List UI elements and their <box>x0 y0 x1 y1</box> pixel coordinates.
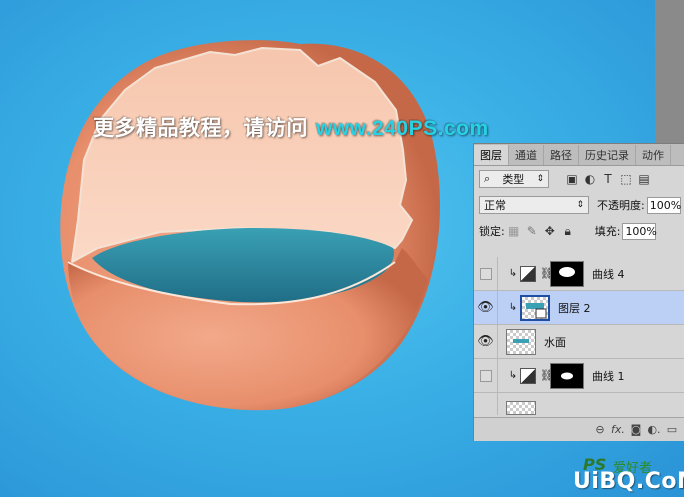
visibility-toggle[interactable]: 👁︎ <box>474 324 498 359</box>
layer-thumbnail[interactable] <box>506 328 536 355</box>
layer-row-curves-4[interactable]: ↳ ⛓ 曲线 4 <box>474 256 684 291</box>
tab-history[interactable]: 历史记录 <box>579 145 636 165</box>
site-watermark: 更多精品教程，请访问 www.240PS.com <box>93 112 489 142</box>
layer-name: 水面 <box>544 335 566 349</box>
adjustment-filter-icon[interactable]: ◐ <box>581 172 599 186</box>
opacity-label: 不透明度: <box>597 199 645 212</box>
image-filter-icon[interactable]: ▣ <box>563 172 581 186</box>
type-filter-icon[interactable]: T <box>599 172 617 186</box>
eye-icon: 👁︎ <box>477 334 494 349</box>
layer-row-partial[interactable] <box>474 393 684 415</box>
filter-row: ⌕ 类型 ⇕ ▣ ◐ T ⬚ ▤ <box>474 166 684 192</box>
opacity-input[interactable]: 100% <box>646 196 681 214</box>
dropdown-arrows-icon: ⇕ <box>576 200 584 210</box>
lock-all-icon[interactable]: 🔒︎ <box>559 224 577 239</box>
search-icon: ⌕ <box>484 172 491 185</box>
filter-type-dropdown[interactable]: ⌕ 类型 ⇕ <box>479 170 549 188</box>
curves-adjustment-icon <box>520 265 536 282</box>
clipping-arrow-icon: ↳ <box>508 268 518 279</box>
blend-row: 正常 ⇕ 不透明度: 100% <box>474 192 684 218</box>
visibility-toggle[interactable]: 👁︎ <box>474 290 498 325</box>
visibility-toggle[interactable] <box>474 393 498 415</box>
visibility-box-icon <box>479 267 492 280</box>
layer-name: 图层 2 <box>558 301 591 315</box>
visibility-box-icon <box>479 369 492 382</box>
tab-actions[interactable]: 动作 <box>636 145 671 165</box>
layer-row-curves-1[interactable]: ↳ ⛓ 曲线 1 <box>474 358 684 393</box>
panel-footer: ⊖ fx. ◙ ◐. ▭ <box>474 417 684 441</box>
visibility-toggle[interactable] <box>474 358 498 393</box>
brand-site: UiBQ.CoM <box>573 469 684 494</box>
filter-type-label: 类型 <box>502 173 525 186</box>
blend-mode-dropdown[interactable]: 正常 ⇕ <box>479 196 589 214</box>
panel-tabs: 图层 通道 路径 历史记录 动作 <box>474 144 684 166</box>
workspace-background <box>655 0 684 145</box>
layer-name: 曲线 1 <box>592 369 625 383</box>
layer-thumbnail[interactable] <box>520 294 550 321</box>
clipping-arrow-icon: ↳ <box>508 370 518 381</box>
watermark-site: www.240PS.com <box>316 117 489 140</box>
new-adjustment-icon[interactable]: ◐. <box>645 423 663 436</box>
layer-mask-thumbnail[interactable] <box>550 362 584 389</box>
layer-mask-thumbnail[interactable] <box>550 260 584 287</box>
lock-row: 锁定: ▦ ✎ ✥ 🔒︎ 填充: 100% <box>474 218 684 244</box>
watermark-text: 更多精品教程，请访问 <box>93 116 308 140</box>
layer-row-water[interactable]: 👁︎ 水面 <box>474 324 684 359</box>
fx-icon[interactable]: fx. <box>609 423 627 436</box>
fill-label: 填充: <box>594 225 621 238</box>
link-chain-icon: ⛓ <box>540 369 554 382</box>
layer-thumbnail[interactable] <box>506 401 536 415</box>
visibility-toggle[interactable] <box>474 256 498 291</box>
tab-layers[interactable]: 图层 <box>474 145 509 165</box>
link-layers-icon[interactable]: ⊖ <box>591 423 609 436</box>
layers-panel: 图层 通道 路径 历史记录 动作 ⌕ 类型 ⇕ ▣ ◐ T ⬚ ▤ 正常 ⇕ 不… <box>473 143 684 441</box>
tab-channels[interactable]: 通道 <box>509 145 544 165</box>
tab-paths[interactable]: 路径 <box>544 145 579 165</box>
link-chain-icon: ⛓ <box>540 267 554 280</box>
clipping-arrow-icon: ↳ <box>508 302 518 313</box>
shape-filter-icon[interactable]: ⬚ <box>617 172 635 186</box>
layer-row-layer-2[interactable]: 👁︎ ↳ 图层 2 <box>474 290 684 325</box>
new-group-icon[interactable]: ▭ <box>663 423 681 436</box>
smart-object-filter-icon[interactable]: ▤ <box>635 172 653 186</box>
add-mask-icon[interactable]: ◙ <box>627 423 645 436</box>
lock-move-icon[interactable]: ✥ <box>541 224 559 238</box>
lock-label: 锁定: <box>479 225 505 238</box>
lock-transparent-icon[interactable]: ▦ <box>505 224 523 238</box>
fill-input[interactable]: 100% <box>622 222 657 240</box>
curves-adjustment-icon <box>520 367 536 384</box>
brand-watermark: PS 爱好者 UiBQ.CoM <box>573 455 684 497</box>
layer-name: 曲线 4 <box>592 267 625 281</box>
dropdown-arrows-icon: ⇕ <box>536 174 544 184</box>
blend-mode-label: 正常 <box>484 199 506 212</box>
eye-icon: 👁︎ <box>477 300 494 315</box>
lock-brush-icon[interactable]: ✎ <box>523 224 541 238</box>
